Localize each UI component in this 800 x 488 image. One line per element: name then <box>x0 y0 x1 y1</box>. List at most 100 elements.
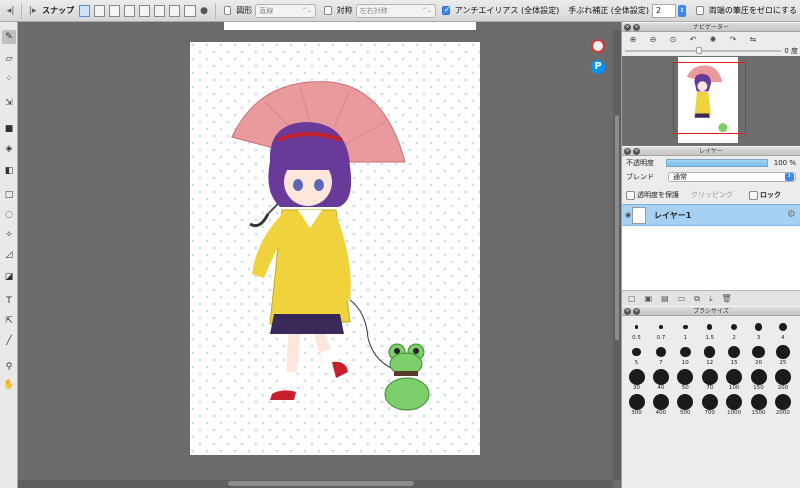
horizontal-scrollbar[interactable] <box>18 480 613 488</box>
lock-checkbox[interactable] <box>749 190 758 200</box>
artwork-canvas[interactable] <box>190 42 480 455</box>
rotation-slider[interactable]: 0 度 <box>622 46 800 56</box>
brush-size-option[interactable]: 150 <box>748 369 769 391</box>
brush-size-option[interactable]: 200 <box>772 369 793 391</box>
snap-off-icon[interactable] <box>79 4 91 17</box>
gradient-tool-icon[interactable]: ◧ <box>2 164 16 178</box>
snap-perspective-icon[interactable] <box>184 4 196 17</box>
vertical-scrollbar[interactable] <box>613 30 621 480</box>
bucket-tool-icon[interactable]: ◈ <box>2 142 16 156</box>
stabilizer-stepper[interactable]: ⇕ <box>677 4 687 17</box>
brush-size-option[interactable]: 50 <box>675 369 696 391</box>
brush-size-option[interactable]: 400 <box>650 394 671 416</box>
brush-size-option[interactable]: 2 <box>724 319 745 341</box>
brush-size-option[interactable]: 1.5 <box>699 319 720 341</box>
brush-size-option[interactable]: 1000 <box>724 394 745 416</box>
close-icon[interactable]: × <box>624 24 631 31</box>
brush-size-option[interactable]: 1500 <box>748 394 769 416</box>
brush-size-option[interactable]: 0.5 <box>626 319 647 341</box>
vertical-scroll-thumb[interactable] <box>615 115 619 340</box>
opacity-slider[interactable] <box>666 159 768 167</box>
rotate-reset-icon[interactable]: ✺ <box>706 35 720 44</box>
rect-select-tool-icon[interactable]: □ <box>2 188 16 202</box>
rotate-left-icon[interactable]: ↶ <box>686 35 700 44</box>
horizontal-scroll-thumb[interactable] <box>228 481 414 486</box>
zoom-out-icon[interactable]: ⊖ <box>646 35 660 44</box>
snap-curve-icon[interactable] <box>169 4 181 17</box>
brush-size-option[interactable]: 7 <box>650 344 671 366</box>
pen-tool-icon[interactable]: ✎ <box>2 30 16 44</box>
brush-size-option[interactable]: 30 <box>626 369 647 391</box>
rotation-slider-knob[interactable] <box>696 47 702 54</box>
dot-tool-icon[interactable]: ⁘ <box>2 72 16 86</box>
brush-size-option[interactable]: 12 <box>699 344 720 366</box>
brush-size-option[interactable]: 10 <box>675 344 696 366</box>
move-tool-icon[interactable]: ⇲ <box>2 96 16 110</box>
back-icon[interactable]: ◂| <box>4 3 17 19</box>
brush-size-option[interactable]: 4 <box>772 319 793 341</box>
navigator-view-frame[interactable] <box>673 62 746 134</box>
select-pen-tool-icon[interactable]: ◿ <box>2 248 16 262</box>
forward-icon[interactable]: |▸ <box>26 3 39 19</box>
select-eraser-tool-icon[interactable]: ◪ <box>2 270 16 284</box>
hand-tool-icon[interactable]: ✋ <box>2 378 16 392</box>
snap-circle-icon[interactable] <box>154 4 166 17</box>
stabilizer-input[interactable]: 2 <box>652 3 676 18</box>
clipping-label[interactable]: クリッピング <box>691 190 733 200</box>
lasso-tool-icon[interactable]: ◌ <box>2 208 16 222</box>
brush-size-option[interactable]: 500 <box>675 394 696 416</box>
divide-tool-icon[interactable]: ╱ <box>2 334 16 348</box>
flip-horizontal-icon[interactable]: ⇋ <box>746 35 760 44</box>
brush-size-option[interactable]: 700 <box>699 394 720 416</box>
merge-down-icon[interactable]: ⤓ <box>709 294 713 304</box>
shape-select[interactable]: 直線 ⌃⌄ <box>255 3 316 18</box>
snap-grid-icon[interactable] <box>109 4 121 17</box>
brush-size-option[interactable]: 0.7 <box>650 319 671 341</box>
pixiv-icon[interactable]: P <box>591 60 605 74</box>
new-folder-icon[interactable]: ▭ <box>678 294 686 303</box>
magic-wand-tool-icon[interactable]: ✧ <box>2 228 16 242</box>
brush-size-option[interactable]: 5 <box>626 344 647 366</box>
snap-settings-icon[interactable]: ● <box>198 3 211 19</box>
user-avatar-icon[interactable] <box>591 39 605 53</box>
close-icon[interactable]: × <box>633 308 640 315</box>
new-layer-icon[interactable]: ▢ <box>628 294 636 303</box>
symmetry-checkbox[interactable] <box>323 6 332 15</box>
brush-size-option[interactable]: 300 <box>626 394 647 416</box>
new-halftone-layer-icon[interactable]: ▣ <box>645 294 653 303</box>
brush-size-option[interactable]: 40 <box>650 369 671 391</box>
snap-parallel-icon[interactable] <box>94 4 106 17</box>
text-tool-icon[interactable]: T <box>2 294 16 308</box>
rotate-right-icon[interactable]: ↷ <box>726 35 740 44</box>
eyedropper-tool-icon[interactable]: ⚲ <box>2 360 16 374</box>
brush-size-option[interactable]: 1 <box>675 319 696 341</box>
brush-size-option[interactable]: 2000 <box>772 394 793 416</box>
eraser-tool-icon[interactable]: ▱ <box>2 52 16 66</box>
close-icon[interactable]: × <box>624 308 631 315</box>
shape-checkbox[interactable] <box>223 6 232 15</box>
zoom-in-icon[interactable]: ⊕ <box>626 35 640 44</box>
duplicate-layer-icon[interactable]: ⧉ <box>694 294 700 304</box>
brush-size-option[interactable]: 70 <box>699 369 720 391</box>
delete-layer-icon[interactable]: 🗑 <box>722 294 732 303</box>
snap-radial-icon[interactable] <box>139 4 151 17</box>
close-icon[interactable]: × <box>624 148 631 155</box>
brush-size-option[interactable]: 3 <box>748 319 769 341</box>
blend-select[interactable]: 通常 ⇕ <box>668 172 796 182</box>
brush-size-option[interactable]: 15 <box>724 344 745 366</box>
close-icon[interactable]: × <box>633 24 640 31</box>
new-8bit-layer-icon[interactable]: ▤ <box>661 294 669 303</box>
protect-alpha-checkbox[interactable] <box>626 190 635 200</box>
symmetry-select[interactable]: 左右対称 ⌃⌄ <box>355 3 436 18</box>
layer-item[interactable]: ◉ レイヤー1 ⚙ <box>622 204 800 226</box>
antialias-checkbox[interactable] <box>441 5 450 15</box>
brush-size-option[interactable]: 100 <box>724 369 745 391</box>
zoom-fit-icon[interactable]: ⊙ <box>666 35 680 44</box>
layer-settings-gear-icon[interactable]: ⚙ <box>787 209 796 220</box>
operation-tool-icon[interactable]: ⇱ <box>2 314 16 328</box>
brush-size-option[interactable]: 25 <box>772 344 793 366</box>
eye-icon[interactable]: ◉ <box>625 211 631 219</box>
snap-cross-icon[interactable] <box>124 4 136 17</box>
fill-tool-icon[interactable]: ■ <box>2 122 16 136</box>
navigator-preview[interactable] <box>622 56 800 146</box>
